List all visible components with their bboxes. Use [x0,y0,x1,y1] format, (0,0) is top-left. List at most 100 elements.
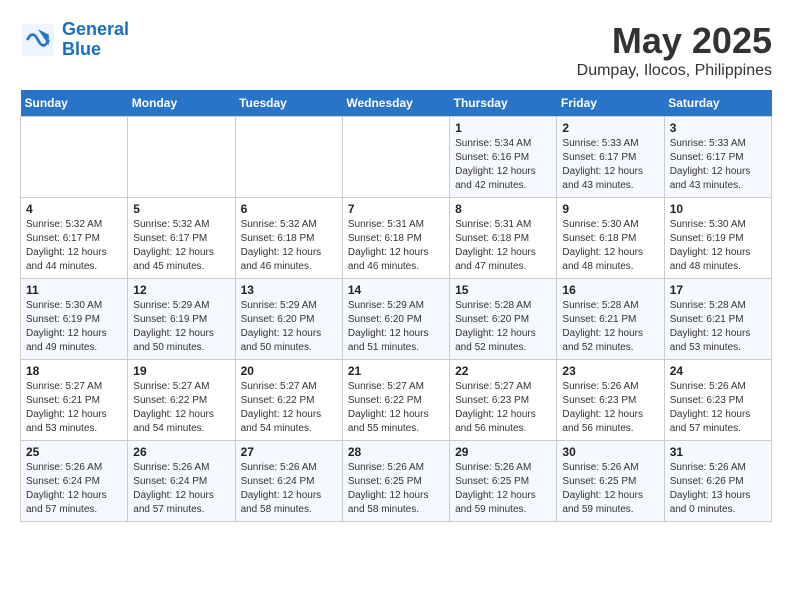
day-number: 23 [562,364,658,378]
calendar-week-1: 1 Sunrise: 5:34 AM Sunset: 6:16 PM Daylig… [21,117,772,198]
day-info: Sunrise: 5:32 AM Sunset: 6:18 PM Dayligh… [241,218,337,274]
calendar-cell: 6Sunrise: 5:32 AM Sunset: 6:18 PM Daylig… [235,198,342,279]
day-number: 24 [670,364,766,378]
day-info: Sunrise: 5:28 AM Sunset: 6:21 PM Dayligh… [562,299,658,355]
day-info: Sunrise: 5:26 AM Sunset: 6:23 PM Dayligh… [562,380,658,436]
logo-icon [20,22,56,58]
day-number: 1 [455,121,551,135]
day-number: 11 [26,283,122,297]
day-number: 16 [562,283,658,297]
calendar-cell: 5 Sunrise: 5:32 AM Sunset: 6:17 PM Daylig… [128,198,235,279]
calendar-cell: 26Sunrise: 5:26 AM Sunset: 6:24 PM Dayli… [128,441,235,522]
day-info: Sunrise: 5:28 AM Sunset: 6:21 PM Dayligh… [670,299,766,355]
calendar-cell [342,117,449,198]
calendar-cell: 14 Sunrise: 5:29 AM Sunset: 6:20 PM Dayli… [342,279,449,360]
day-number: 28 [348,445,444,459]
title-block: May 2025 Dumpay, Ilocos, Philippines [577,20,772,80]
day-info: Sunrise: 5:26 AM Sunset: 6:25 PM Dayligh… [455,461,551,517]
day-info: Sunrise: 5:31 AM Sunset: 6:18 PM Dayligh… [455,218,551,274]
day-info: Sunrise: 5:33 AM Sunset: 6:17 PM Dayligh… [562,137,658,193]
day-info: Sunrise: 5:26 AM Sunset: 6:26 PM Dayligh… [670,461,766,517]
day-number: 19 [133,364,229,378]
day-number: 4 [26,202,122,216]
calendar-cell: 24Sunrise: 5:26 AM Sunset: 6:23 PM Dayli… [664,360,771,441]
day-number: 27 [241,445,337,459]
calendar-cell: 29Sunrise: 5:26 AM Sunset: 6:25 PM Dayli… [450,441,557,522]
calendar-cell: 13Sunrise: 5:29 AM Sunset: 6:20 PM Dayli… [235,279,342,360]
calendar-cell: 4Sunrise: 5:32 AM Sunset: 6:17 PM Daylig… [21,198,128,279]
calendar-cell: 1 Sunrise: 5:34 AM Sunset: 6:16 PM Daylig… [450,117,557,198]
day-number: 7 [348,202,444,216]
day-number: 22 [455,364,551,378]
day-number: 30 [562,445,658,459]
weekday-header-tuesday: Tuesday [235,90,342,117]
day-number: 14 [348,283,444,297]
calendar-cell: 18 Sunrise: 5:27 AM Sunset: 6:21 PM Dayli… [21,360,128,441]
calendar-cell: 2Sunrise: 5:33 AM Sunset: 6:17 PM Daylig… [557,117,664,198]
day-info: Sunrise: 5:26 AM Sunset: 6:25 PM Dayligh… [348,461,444,517]
calendar-cell: 9Sunrise: 5:30 AM Sunset: 6:18 PM Daylig… [557,198,664,279]
day-number: 21 [348,364,444,378]
page-header: General Blue May 2025 Dumpay, Ilocos, Ph… [20,20,772,80]
logo-line2: Blue [62,39,101,59]
day-number: 5 [133,202,229,216]
calendar-cell: 10 Sunrise: 5:30 AM Sunset: 6:19 PM Dayli… [664,198,771,279]
day-number: 8 [455,202,551,216]
calendar-cell: 11Sunrise: 5:30 AM Sunset: 6:19 PM Dayli… [21,279,128,360]
calendar-cell [21,117,128,198]
day-number: 18 [26,364,122,378]
calendar-week-3: 11Sunrise: 5:30 AM Sunset: 6:19 PM Dayli… [21,279,772,360]
calendar-week-5: 25 Sunrise: 5:26 AM Sunset: 6:24 PM Dayli… [21,441,772,522]
day-info: Sunrise: 5:26 AM Sunset: 6:24 PM Dayligh… [26,461,122,517]
calendar-week-2: 4 Sunrise: 5:32 AM Sunset: 6:17 PM Daylig… [21,198,772,279]
day-info: Sunrise: 5:29 AM Sunset: 6:20 PM Dayligh… [348,299,444,355]
logo-line1: General [62,19,129,39]
weekday-header-wednesday: Wednesday [342,90,449,117]
day-info: Sunrise: 5:34 AM Sunset: 6:16 PM Dayligh… [455,137,551,193]
calendar-cell: 23 Sunrise: 5:26 AM Sunset: 6:23 PM Dayli… [557,360,664,441]
day-info: Sunrise: 5:27 AM Sunset: 6:21 PM Dayligh… [26,380,122,436]
day-info: Sunrise: 5:26 AM Sunset: 6:25 PM Dayligh… [562,461,658,517]
logo-text: General Blue [62,20,129,60]
day-number: 10 [670,202,766,216]
day-info: Sunrise: 5:26 AM Sunset: 6:24 PM Dayligh… [241,461,337,517]
day-info: Sunrise: 5:28 AM Sunset: 6:20 PM Dayligh… [455,299,551,355]
weekday-header-friday: Friday [557,90,664,117]
calendar-cell [235,117,342,198]
calendar-table: SundayMondayTuesdayWednesdayThursdayFrid… [20,90,772,522]
day-number: 31 [670,445,766,459]
calendar-cell: 7Sunrise: 5:31 AM Sunset: 6:18 PM Daylig… [342,198,449,279]
calendar-cell: 27 Sunrise: 5:26 AM Sunset: 6:24 PM Dayli… [235,441,342,522]
weekday-header-monday: Monday [128,90,235,117]
day-info: Sunrise: 5:32 AM Sunset: 6:17 PM Dayligh… [133,218,229,274]
day-info: Sunrise: 5:27 AM Sunset: 6:23 PM Dayligh… [455,380,551,436]
calendar-cell: 22 Sunrise: 5:27 AM Sunset: 6:23 PM Dayli… [450,360,557,441]
calendar-cell: 12 Sunrise: 5:29 AM Sunset: 6:19 PM Dayli… [128,279,235,360]
day-info: Sunrise: 5:27 AM Sunset: 6:22 PM Dayligh… [241,380,337,436]
day-info: Sunrise: 5:30 AM Sunset: 6:19 PM Dayligh… [670,218,766,274]
weekday-header-saturday: Saturday [664,90,771,117]
logo: General Blue [20,20,129,60]
calendar-cell: 25 Sunrise: 5:26 AM Sunset: 6:24 PM Dayli… [21,441,128,522]
calendar-subtitle: Dumpay, Ilocos, Philippines [577,62,772,80]
weekday-header-sunday: Sunday [21,90,128,117]
day-number: 12 [133,283,229,297]
day-number: 17 [670,283,766,297]
day-number: 20 [241,364,337,378]
calendar-cell: 21Sunrise: 5:27 AM Sunset: 6:22 PM Dayli… [342,360,449,441]
day-info: Sunrise: 5:33 AM Sunset: 6:17 PM Dayligh… [670,137,766,193]
day-number: 15 [455,283,551,297]
day-number: 13 [241,283,337,297]
calendar-cell: 20 Sunrise: 5:27 AM Sunset: 6:22 PM Dayli… [235,360,342,441]
day-number: 25 [26,445,122,459]
day-info: Sunrise: 5:29 AM Sunset: 6:19 PM Dayligh… [133,299,229,355]
calendar-cell: 28 Sunrise: 5:26 AM Sunset: 6:25 PM Dayli… [342,441,449,522]
day-number: 9 [562,202,658,216]
calendar-title: May 2025 [577,20,772,62]
calendar-cell: 3Sunrise: 5:33 AM Sunset: 6:17 PM Daylig… [664,117,771,198]
calendar-cell: 8 Sunrise: 5:31 AM Sunset: 6:18 PM Daylig… [450,198,557,279]
weekday-header-row: SundayMondayTuesdayWednesdayThursdayFrid… [21,90,772,117]
calendar-cell: 17 Sunrise: 5:28 AM Sunset: 6:21 PM Dayli… [664,279,771,360]
calendar-cell: 15 Sunrise: 5:28 AM Sunset: 6:20 PM Dayli… [450,279,557,360]
calendar-week-4: 18 Sunrise: 5:27 AM Sunset: 6:21 PM Dayli… [21,360,772,441]
